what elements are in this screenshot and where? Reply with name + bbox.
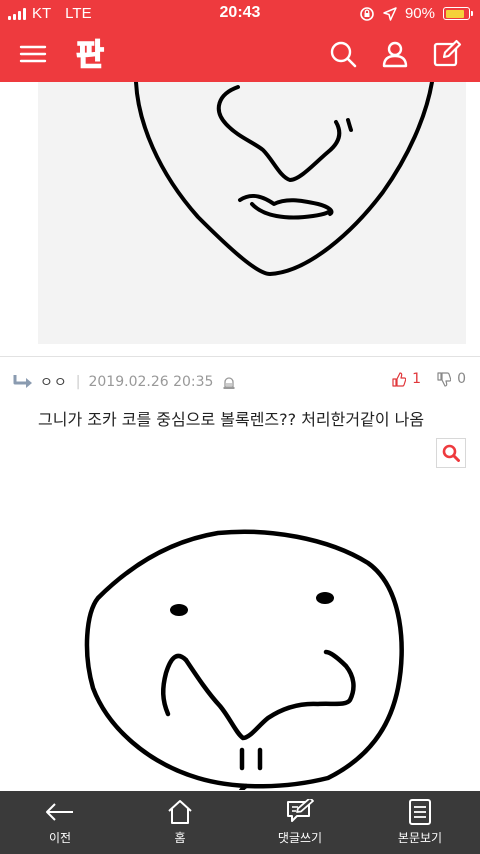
face-drawing-partial bbox=[134, 82, 434, 276]
back-arrow-icon bbox=[46, 803, 73, 821]
zoom-icon bbox=[442, 444, 460, 462]
write-icon[interactable] bbox=[432, 39, 462, 69]
meta-separator: | bbox=[75, 374, 81, 390]
comment-text: 그니가 조카 코를 중심으로 볼록렌즈?? 처리한거같이 나옴 bbox=[38, 410, 425, 429]
report-icon[interactable] bbox=[221, 374, 237, 390]
comment-image-previous[interactable] bbox=[38, 82, 466, 344]
logo[interactable]: 판 bbox=[72, 36, 108, 74]
battery-icon bbox=[443, 7, 473, 20]
app-header: 판 bbox=[0, 27, 480, 82]
document-icon bbox=[409, 799, 431, 825]
reply-arrow-icon bbox=[13, 375, 32, 388]
nav-write-comment-label: 댓글쓰기 bbox=[277, 831, 323, 845]
dislikes-count: 0 bbox=[457, 371, 466, 387]
bottom-nav: 이전 홈 댓글쓰기 본문보기 bbox=[0, 791, 480, 854]
thumbs-up-icon[interactable] bbox=[392, 371, 407, 387]
nav-view-post-button[interactable]: 본문보기 bbox=[360, 791, 480, 854]
page: KT LTE 20:43 90% 판 ㅇㅇ | 2019.02.26 20:35… bbox=[0, 0, 480, 854]
nav-back-button[interactable]: 이전 bbox=[0, 791, 120, 854]
write-comment-icon bbox=[287, 799, 314, 822]
image-zoom-button[interactable] bbox=[436, 438, 466, 468]
comment-divider bbox=[0, 356, 480, 357]
comment-votes: 1 0 bbox=[392, 371, 466, 387]
nav-write-comment-button[interactable]: 댓글쓰기 bbox=[240, 791, 360, 854]
user-icon[interactable] bbox=[380, 39, 410, 69]
nav-back-label: 이전 bbox=[48, 831, 72, 845]
comment-meta: ㅇㅇ | 2019.02.26 20:35 bbox=[12, 372, 237, 392]
nav-home-label: 홈 bbox=[174, 831, 186, 845]
thumbs-down-icon[interactable] bbox=[437, 371, 452, 387]
comment-author: ㅇㅇ bbox=[40, 375, 68, 391]
post-content: ㅇㅇ | 2019.02.26 20:35 1 0 그니가 조카 코를 중심으로… bbox=[0, 82, 480, 791]
svg-text:판: 판 bbox=[76, 38, 104, 72]
nav-home-button[interactable]: 홈 bbox=[120, 791, 240, 854]
face-drawing bbox=[84, 529, 404, 791]
likes-count: 1 bbox=[412, 371, 422, 387]
status-bar: KT LTE 20:43 90% bbox=[0, 0, 480, 27]
status-right: 90% bbox=[359, 5, 473, 22]
home-icon bbox=[168, 800, 192, 824]
search-icon[interactable] bbox=[328, 39, 358, 69]
location-icon bbox=[383, 6, 397, 21]
comment-image[interactable] bbox=[38, 438, 466, 791]
nav-view-post-label: 본문보기 bbox=[397, 831, 443, 845]
comment-date: 2019.02.26 20:35 bbox=[88, 374, 214, 390]
battery-percent: 90% bbox=[404, 5, 435, 22]
rotation-lock-icon bbox=[360, 6, 374, 21]
menu-icon[interactable] bbox=[18, 39, 48, 69]
